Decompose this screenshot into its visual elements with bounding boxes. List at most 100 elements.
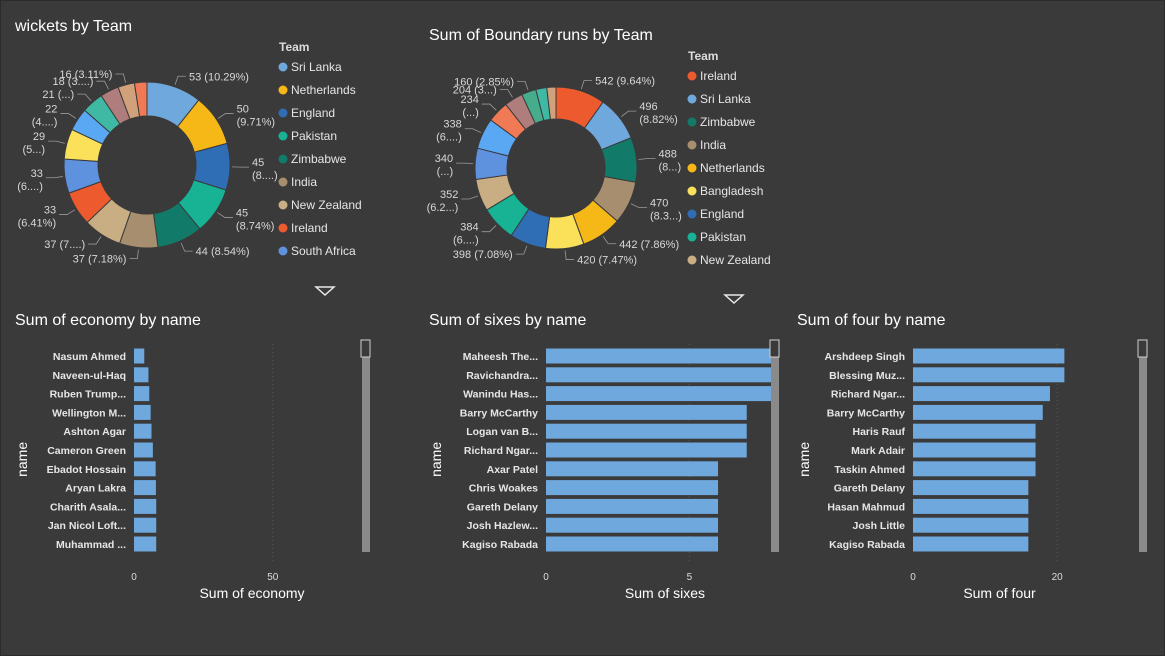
y-category-label: Wellington M... [52, 407, 126, 419]
x-axis-title: Sum of four [963, 585, 1036, 601]
scrollbar-thumb[interactable] [769, 339, 780, 358]
y-category-label: Maheesh The... [463, 351, 538, 363]
bar[interactable] [134, 404, 151, 420]
legend-scroll-down-icon[interactable] [723, 294, 745, 305]
legend-item[interactable]: Pakistan [700, 230, 746, 244]
bar[interactable] [134, 348, 145, 364]
bar[interactable] [546, 348, 776, 364]
leader-line [77, 93, 92, 102]
bar[interactable] [134, 517, 157, 533]
scrollbar-thumb[interactable] [360, 339, 371, 358]
bar[interactable] [546, 404, 747, 420]
leader-line [180, 242, 193, 252]
data-label: 352 [440, 189, 458, 201]
bar[interactable] [546, 498, 719, 514]
bar[interactable] [134, 461, 156, 477]
legend-item[interactable]: Netherlands [291, 83, 356, 97]
data-label: (6.41%) [18, 218, 57, 230]
legend-swatch [687, 94, 697, 104]
data-label: 21 (...) [42, 89, 74, 101]
bar[interactable] [913, 404, 1043, 420]
data-label: 44 (8.54%) [196, 246, 250, 258]
bar[interactable] [546, 367, 776, 383]
legend-swatch [278, 108, 288, 118]
leader-line [96, 80, 109, 90]
leader-line [48, 140, 65, 144]
legend-item[interactable]: Ireland [700, 69, 737, 83]
leader-line [60, 113, 77, 119]
scrollbar-thumb[interactable] [1137, 339, 1148, 358]
legend-swatch [278, 85, 288, 95]
y-category-label: Kagiso Rabada [462, 539, 538, 551]
bar[interactable] [913, 536, 1029, 552]
bar[interactable] [134, 442, 153, 458]
legend-item[interactable]: New Zealand [291, 198, 362, 212]
legend-swatch [687, 117, 697, 127]
bar[interactable] [134, 423, 152, 439]
data-label: 33 [31, 168, 43, 180]
bar[interactable] [913, 367, 1065, 383]
legend-scroll-down-icon[interactable] [314, 286, 336, 297]
x-axis-title: Sum of sixes [625, 585, 705, 601]
bar[interactable] [913, 461, 1036, 477]
data-label: (8....) [252, 170, 278, 182]
legend-item[interactable]: Bangladesh [700, 184, 763, 198]
legend-item[interactable]: Pakistan [291, 129, 337, 143]
scrollbar-track[interactable] [362, 340, 370, 552]
bar[interactable] [913, 423, 1036, 439]
y-category-label: Taskin Ahmed [834, 464, 905, 476]
bar[interactable] [134, 480, 156, 496]
x-tick-label: 0 [131, 572, 137, 583]
bar[interactable] [913, 386, 1050, 402]
legend-item[interactable]: Sri Lanka [291, 60, 342, 74]
data-label: 16 (3.11%) [59, 69, 112, 81]
bar[interactable] [546, 442, 747, 458]
bar[interactable] [134, 536, 157, 552]
legend-item[interactable]: Ireland [291, 221, 328, 235]
bar[interactable] [546, 536, 719, 552]
legend-item[interactable]: England [700, 207, 744, 221]
leader-line [129, 249, 139, 259]
data-label: 338 [443, 119, 461, 131]
bar[interactable] [913, 498, 1029, 514]
y-axis-title: name [796, 442, 812, 477]
scrollbar-track[interactable] [771, 340, 779, 552]
bar[interactable] [913, 480, 1029, 496]
bar[interactable] [134, 386, 150, 402]
legend-swatch [278, 131, 288, 141]
legend-item[interactable]: Zimbabwe [700, 115, 756, 129]
data-label: 22 [45, 103, 57, 115]
bar[interactable] [913, 517, 1029, 533]
legend-item[interactable]: Zimbabwe [291, 152, 347, 166]
y-category-label: Barry McCarthy [460, 407, 538, 419]
legend-item[interactable]: India [291, 175, 317, 189]
data-label: (5...) [22, 144, 45, 156]
y-category-label: Arshdeep Singh [824, 351, 905, 363]
legend-swatch [687, 186, 697, 196]
legend-item[interactable]: New Zealand [700, 253, 771, 267]
data-label: 53 (10.29%) [189, 71, 249, 83]
legend-swatch [687, 163, 697, 173]
x-tick-label: 50 [267, 572, 279, 583]
legend-item[interactable]: Netherlands [700, 161, 765, 175]
bar[interactable] [134, 498, 157, 514]
bar[interactable] [546, 480, 719, 496]
y-category-label: Nasum Ahmed [53, 351, 126, 363]
leader-line [517, 80, 529, 90]
y-category-label: Chris Woakes [469, 483, 538, 495]
y-category-label: Kagiso Rabada [829, 539, 905, 551]
bar[interactable] [913, 442, 1036, 458]
bar[interactable] [913, 348, 1065, 364]
data-label: 442 (7.86%) [619, 239, 679, 251]
scrollbar-track[interactable] [1139, 340, 1147, 552]
legend-item[interactable]: England [291, 106, 335, 120]
bar[interactable] [546, 461, 719, 477]
bar[interactable] [546, 386, 776, 402]
legend-swatch [687, 140, 697, 150]
bar[interactable] [546, 423, 747, 439]
legend-item[interactable]: Sri Lanka [700, 92, 751, 106]
bar[interactable] [134, 367, 149, 383]
legend-item[interactable]: India [700, 138, 726, 152]
bar[interactable] [546, 517, 719, 533]
legend-item[interactable]: South Africa [291, 244, 356, 258]
